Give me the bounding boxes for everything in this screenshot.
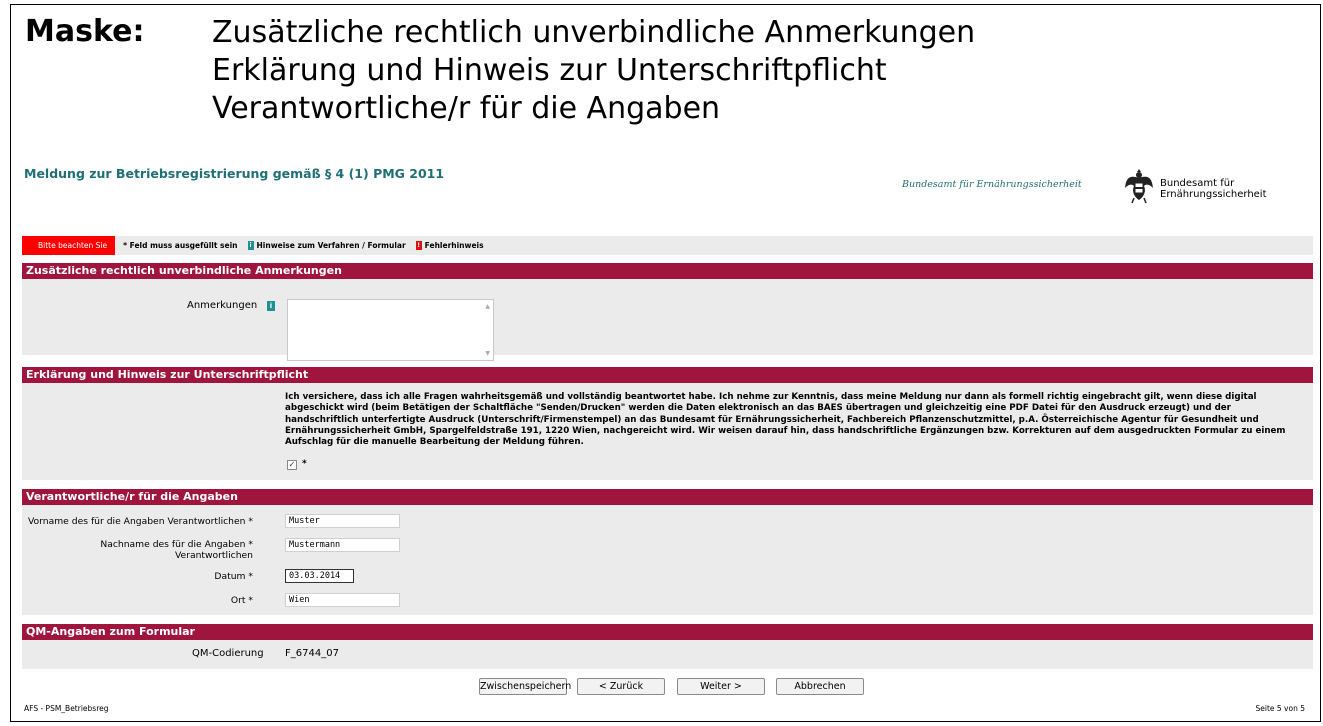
datum-input[interactable]: 03.03.2014 (285, 569, 354, 583)
qm-codierung-label: QM-Codierung (192, 648, 264, 659)
section-erklaerung: Erklärung und Hinweis zur Unterschriftpf… (22, 367, 1313, 480)
section-qm: QM-Angaben zum Formular QM-Codierung F_6… (22, 624, 1313, 669)
agency-script-logo: Bundesamt für Ernährungssicherheit (902, 179, 1082, 190)
footer-form-id: AFS - PSM_Betriebsreg (24, 704, 109, 713)
declaration-checkbox[interactable]: ✓ (287, 460, 297, 470)
legend-error-label: Fehlerhinweis (424, 241, 484, 250)
maske-title-block: Zusätzliche rechtlich unverbindliche Anm… (212, 14, 975, 128)
back-button[interactable]: < Zurück (577, 678, 665, 695)
ort-label: Ort * (230, 595, 253, 606)
nachname-label-line-2: Verantwortlichen (174, 550, 253, 561)
vorname-label: Vorname des für die Angaben Verantwortli… (27, 516, 253, 527)
maske-line-1: Zusätzliche rechtlich unverbindliche Anm… (212, 15, 976, 50)
qm-codierung-value: F_6744_07 (285, 648, 339, 659)
error-icon: ! (415, 241, 422, 250)
section-header-erklaerung: Erklärung und Hinweis zur Unterschriftpf… (22, 367, 1313, 383)
anmerkungen-label: Anmerkungen (187, 300, 258, 311)
legend-required: * Feld muss ausgefüllt sein (123, 241, 238, 250)
info-icon[interactable]: i (267, 301, 275, 311)
required-marker: * (302, 459, 307, 469)
legend-info-item: i Hinweise zum Verfahren / Formular (247, 241, 406, 250)
maske-line-3: Verantwortliche/r für die Angaben (212, 91, 721, 126)
nachname-label: Nachname des für die Angaben * Verantwor… (100, 539, 253, 561)
form-title: Meldung zur Betriebsregistrierung gemäß … (24, 166, 445, 181)
legend-info-label: Hinweise zum Verfahren / Formular (256, 241, 406, 250)
section-header-anmerkungen: Zusätzliche rechtlich unverbindliche Anm… (22, 263, 1313, 279)
scroll-up-icon[interactable]: ▲ (485, 303, 490, 310)
ort-input[interactable]: Wien (285, 593, 400, 607)
maske-line-2: Erklärung und Hinweis zur Unterschriftpf… (212, 53, 887, 88)
section-header-verantwortlich: Verantwortliche/r für die Angaben (22, 489, 1313, 505)
declaration-text: Ich versichere, dass ich alle Fragen wah… (285, 392, 1286, 448)
anmerkungen-textarea[interactable]: ▲ ▼ (287, 299, 494, 361)
footer-page-number: Seite 5 von 5 (1255, 704, 1306, 713)
agency-name: Bundesamt für Ernährungssicherheit (1160, 178, 1267, 200)
cancel-button[interactable]: Abbrechen (776, 678, 864, 695)
scroll-down-icon[interactable]: ▼ (485, 350, 490, 357)
legend-error-item: ! Fehlerhinweis (415, 241, 484, 250)
legend-bar: Bitte beachten Sie * Feld muss ausgefüll… (22, 236, 1313, 255)
vorname-input[interactable]: Muster (285, 514, 400, 528)
nachname-label-line-1: Nachname des für die Angaben * (100, 539, 253, 550)
nachname-input[interactable]: Mustermann (285, 538, 400, 552)
save-draft-button[interactable]: Zwischenspeichern (479, 678, 571, 695)
maske-label: Maske: (25, 14, 145, 49)
section-verantwortlich: Verantwortliche/r für die Angaben Vornam… (22, 489, 1313, 615)
datum-label: Datum * (214, 571, 253, 582)
next-button[interactable]: Weiter > (677, 678, 765, 695)
section-header-qm: QM-Angaben zum Formular (22, 624, 1313, 640)
legend-warning: Bitte beachten Sie (22, 236, 116, 255)
section-anmerkungen: Zusätzliche rechtlich unverbindliche Anm… (22, 263, 1313, 361)
austrian-eagle-icon (1125, 169, 1153, 204)
info-icon: i (247, 241, 254, 250)
